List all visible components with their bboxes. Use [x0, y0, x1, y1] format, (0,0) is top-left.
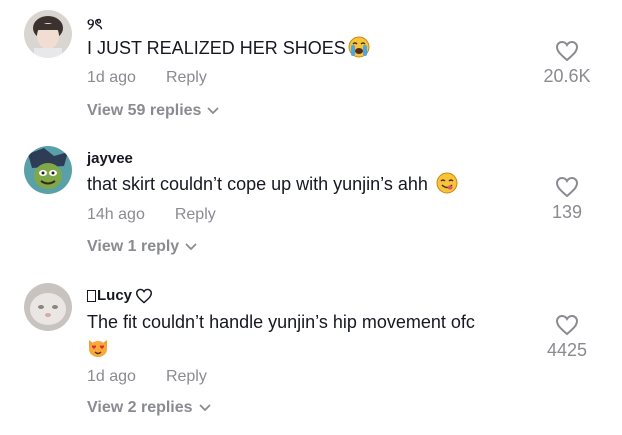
- chevron-down-icon: [185, 238, 197, 256]
- username-label: Lucy: [97, 287, 133, 304]
- chevron-down-icon: [207, 102, 219, 120]
- like-count: 4425: [546, 340, 588, 360]
- reply-button[interactable]: Reply: [166, 69, 207, 86]
- white-heart-icon: [136, 288, 153, 304]
- comment-time: 1d ago: [87, 368, 136, 385]
- view-replies-label: View 59 replies: [87, 102, 202, 119]
- comment-username[interactable]: jayvee: [87, 150, 133, 167]
- comment-meta: 1d ago Reply: [87, 368, 207, 386]
- view-replies-button[interactable]: View 2 replies: [87, 399, 211, 417]
- heart-icon: [555, 40, 579, 62]
- comment-time: 14h ago: [87, 206, 145, 223]
- missing-glyph-icon: [87, 289, 96, 302]
- face-savoring-food-icon: [436, 172, 458, 194]
- comment-meta: 14h ago Reply: [87, 206, 216, 224]
- like-count: 20.6K: [543, 66, 591, 86]
- like-button[interactable]: 139: [532, 176, 602, 223]
- avatar[interactable]: [24, 283, 72, 331]
- like-count: 139: [551, 202, 583, 222]
- comment-text: that skirt couldn’t cope up with yunjin’…: [87, 171, 527, 197]
- comment-text-body: The fit couldn’t handle yunjin’s hip mov…: [87, 312, 475, 332]
- heart-icon: [555, 314, 579, 336]
- view-replies-button[interactable]: View 1 reply: [87, 238, 197, 256]
- loudly-crying-face-icon: [348, 36, 370, 58]
- comment-meta: 1d ago Reply: [87, 69, 207, 87]
- reply-button[interactable]: Reply: [175, 206, 216, 223]
- comment-text-body: that skirt couldn’t cope up with yunjin’…: [87, 174, 428, 194]
- view-replies-label: View 2 replies: [87, 399, 193, 416]
- avatar[interactable]: [24, 146, 72, 194]
- view-replies-button[interactable]: View 59 replies: [87, 102, 219, 120]
- comment-text-body: I JUST REALIZED HER SHOES: [87, 38, 346, 58]
- avatar[interactable]: [24, 10, 72, 58]
- view-replies-label: View 1 reply: [87, 238, 180, 255]
- chevron-down-icon: [199, 399, 211, 417]
- like-button[interactable]: 20.6K: [532, 40, 602, 87]
- comment-username[interactable]: Lucy: [87, 287, 153, 304]
- heart-eyes-cat-icon: [87, 336, 109, 358]
- heart-icon: [555, 176, 579, 198]
- comment-text: The fit couldn’t handle yunjin’s hip mov…: [87, 309, 527, 361]
- reply-button[interactable]: Reply: [166, 368, 207, 385]
- like-button[interactable]: 4425: [532, 314, 602, 361]
- comment-time: 1d ago: [87, 69, 136, 86]
- comment-text: I JUST REALIZED HER SHOES: [87, 35, 527, 61]
